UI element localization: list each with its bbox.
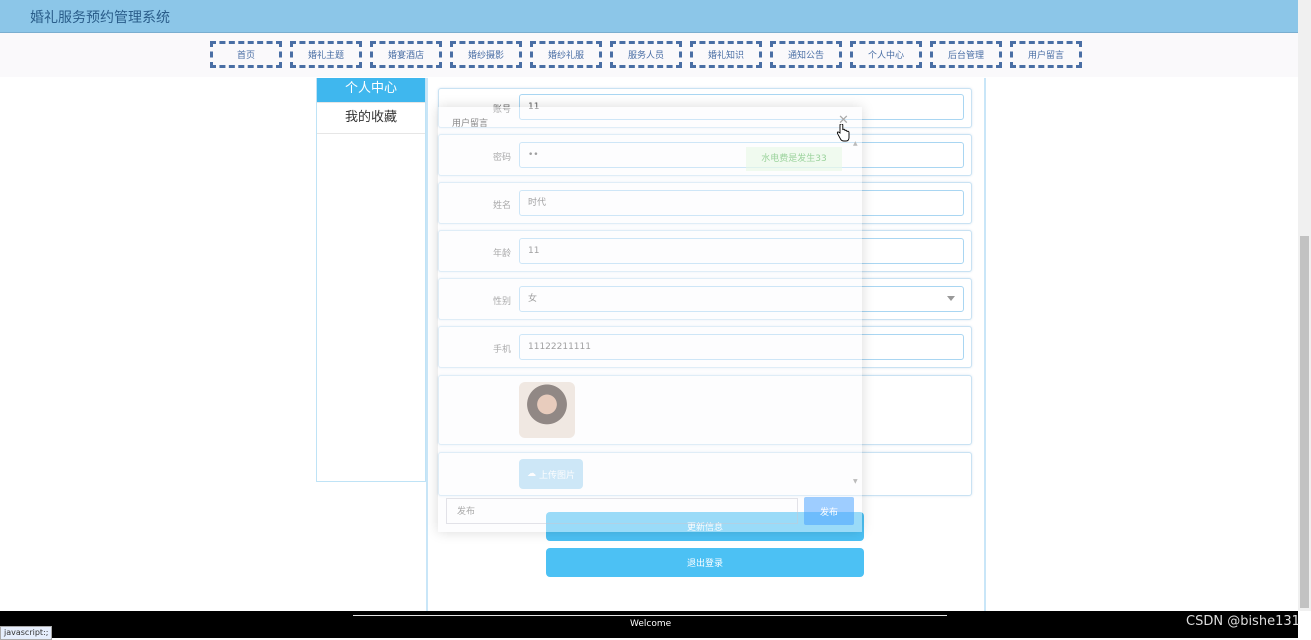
top-bar: 婚礼服务预约管理系统 [0, 0, 1298, 33]
message-bubble: 水电费是发生33 [746, 147, 842, 171]
scroll-down-arrow-icon[interactable]: ▼ [853, 478, 858, 485]
dialog-title: 用户留言 [452, 119, 489, 129]
footer-divider [353, 615, 947, 616]
nav-menu: 首页 婚礼主题 婚宴酒店 婚纱摄影 婚纱礼服 服务人员 婚礼知识 通知公告 个人… [210, 41, 1082, 68]
nav-messages[interactable]: 用户留言 [1010, 41, 1082, 68]
footer: Welcome [0, 611, 1298, 638]
nav-notices[interactable]: 通知公告 [770, 41, 842, 68]
send-button[interactable]: 发布 [804, 497, 854, 525]
nav-admin[interactable]: 后台管理 [930, 41, 1002, 68]
nav-home[interactable]: 首页 [210, 41, 282, 68]
watermark: CSDN @bishe131 [1186, 614, 1300, 629]
scroll-up-arrow-icon[interactable]: ▲ [853, 140, 858, 147]
sidebar-item-personal-center[interactable]: 个人中心 [317, 78, 425, 103]
nav-staff[interactable]: 服务人员 [610, 41, 682, 68]
logout-button[interactable]: 退出登录 [546, 548, 864, 577]
chevron-down-icon [947, 296, 955, 301]
scrollbar-thumb[interactable] [1300, 236, 1309, 608]
app-title: 婚礼服务预约管理系统 [30, 10, 170, 26]
hand-pointer-icon [836, 124, 850, 142]
nav-wedding-dress[interactable]: 婚纱礼服 [530, 41, 602, 68]
nav-wedding-knowledge[interactable]: 婚礼知识 [690, 41, 762, 68]
message-dialog: 用户留言 ✕ 水电费是发生33 发布 发布 [438, 107, 862, 532]
page-scrollbar[interactable] [1298, 0, 1311, 611]
nav-bar: 首页 婚礼主题 婚宴酒店 婚纱摄影 婚纱礼服 服务人员 婚礼知识 通知公告 个人… [0, 33, 1298, 77]
nav-wedding-photo[interactable]: 婚纱摄影 [450, 41, 522, 68]
nav-personal-center[interactable]: 个人中心 [850, 41, 922, 68]
footer-text: Welcome [630, 619, 672, 629]
sidebar: 个人中心 我的收藏 [316, 78, 426, 482]
nav-wedding-hotel[interactable]: 婚宴酒店 [370, 41, 442, 68]
message-input[interactable]: 发布 [446, 498, 798, 524]
nav-wedding-theme[interactable]: 婚礼主题 [290, 41, 362, 68]
sidebar-item-favorites[interactable]: 我的收藏 [317, 103, 425, 134]
